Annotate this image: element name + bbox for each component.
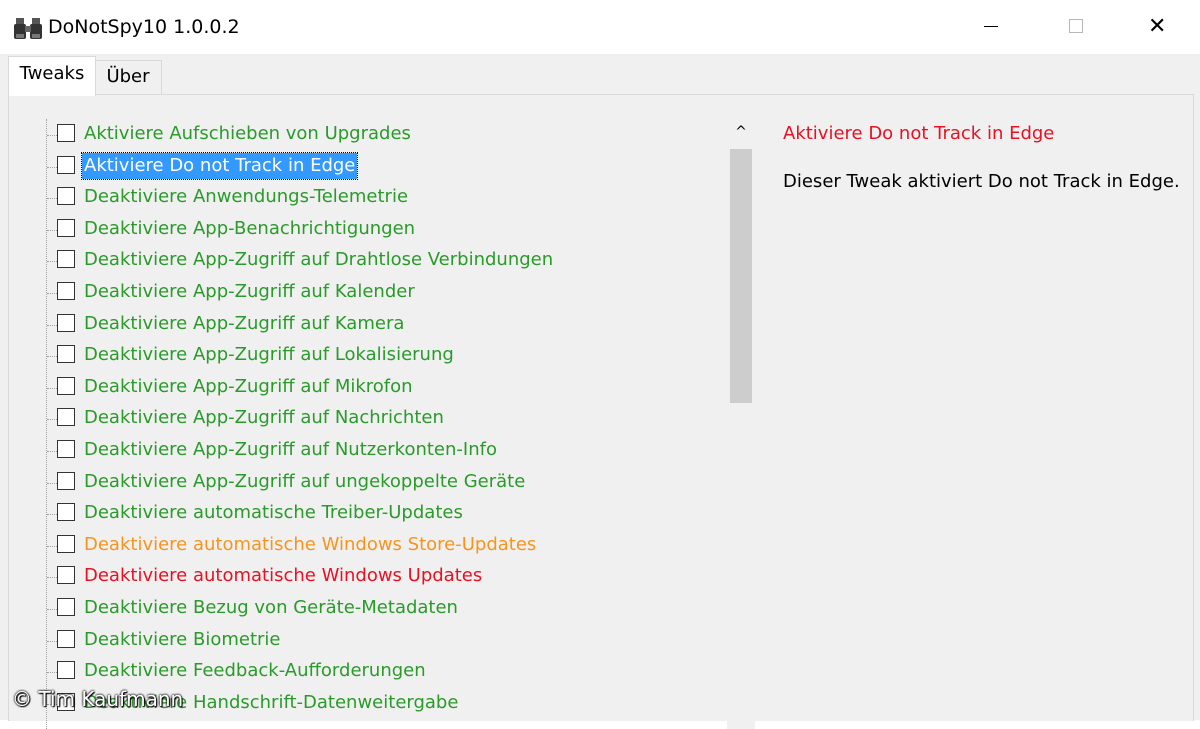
tweak-label[interactable]: Deaktiviere App-Zugriff auf Kamera (82, 311, 406, 337)
tweak-checkbox[interactable] (57, 471, 75, 490)
tweak-label[interactable]: Deaktiviere Feedback-Aufforderungen (82, 658, 428, 684)
tweak-label[interactable]: Aktiviere Aufschieben von Upgrades (82, 121, 413, 147)
tree-connector (47, 324, 57, 326)
tweak-checkbox[interactable] (57, 155, 75, 174)
tweak-detail-pane: Aktiviere Do not Track in Edge Dieser Tw… (783, 121, 1183, 194)
tweak-checkbox[interactable] (57, 313, 75, 332)
tweak-label[interactable]: Deaktiviere Biometrie (82, 627, 282, 653)
tree-connector (47, 672, 57, 674)
tweak-label[interactable]: Deaktiviere App-Zugriff auf ungekoppelte… (82, 469, 527, 495)
tweak-item[interactable]: Deaktiviere App-Zugriff auf Kamera (29, 309, 729, 340)
tweak-tree[interactable]: Aktiviere Aufschieben von Upgrades Aktivi… (29, 119, 729, 729)
tweak-checkbox[interactable] (57, 566, 75, 585)
tweak-checkbox[interactable] (57, 282, 75, 300)
maximize-button[interactable] (1034, 0, 1114, 54)
tweak-item[interactable]: Deaktiviere App-Zugriff auf Nachrichten (29, 403, 729, 434)
tree-connector (47, 198, 57, 200)
tweak-label[interactable]: Deaktiviere Bezug von Geräte-Metadaten (82, 595, 460, 621)
tweak-label[interactable]: Deaktiviere App-Zugriff auf Drahtlose Ve… (82, 247, 555, 273)
tree-connector (47, 356, 57, 358)
window-title: DoNotSpy10 1.0.0.2 (48, 16, 240, 38)
tweak-checkbox[interactable] (57, 598, 75, 616)
tweak-checkbox[interactable] (57, 187, 75, 206)
tweak-item[interactable]: Deaktiviere automatische Windows Store-U… (29, 530, 729, 561)
tree-connector (47, 577, 57, 579)
window-body: Tweaks Über Aktiviere Aufschieben von Up… (0, 54, 1200, 729)
tweak-item[interactable]: Deaktiviere automatische Treiber-Updates (29, 498, 729, 529)
tweak-label[interactable]: Deaktiviere automatische Windows Updates (82, 563, 484, 589)
tweak-item[interactable]: Deaktiviere Biometrie (29, 625, 729, 656)
tweak-checkbox[interactable] (57, 345, 75, 364)
title-bar: DoNotSpy10 1.0.0.2 ✕ (0, 0, 1200, 54)
minimize-button[interactable] (950, 0, 1030, 54)
minimize-icon (984, 26, 998, 27)
tweak-checkbox[interactable] (57, 440, 75, 458)
tweak-checkbox[interactable] (57, 376, 75, 395)
tree-connector (47, 451, 57, 452)
tweak-item[interactable]: Aktiviere Do not Track in Edge (29, 151, 729, 182)
tweak-checkbox[interactable] (57, 661, 75, 680)
copyright-watermark: © Tim Kaufmann (12, 687, 184, 711)
tweak-checkbox[interactable] (57, 534, 75, 553)
tweak-label[interactable]: Deaktiviere automatische Windows Store-U… (82, 532, 538, 558)
tweak-label[interactable]: Deaktiviere App-Zugriff auf Lokalisierun… (82, 342, 456, 368)
tweak-label[interactable]: Deaktiviere automatische Treiber-Updates (82, 500, 465, 526)
tree-connector (47, 609, 57, 610)
tweak-label[interactable]: Aktiviere Do not Track in Edge (80, 151, 359, 180)
tweak-checkbox[interactable] (57, 503, 75, 522)
tweak-label[interactable]: Deaktiviere Anwendungs-Telemetrie (82, 184, 410, 210)
tweak-item[interactable]: Deaktiviere App-Zugriff auf Kalender (29, 277, 729, 308)
tweak-item[interactable]: Deaktiviere App-Zugriff auf Drahtlose Ve… (29, 245, 729, 276)
tweak-label[interactable]: Deaktiviere App-Zugriff auf Mikrofon (82, 374, 415, 400)
tab-tweaks[interactable]: Tweaks (8, 56, 96, 96)
tweak-checkbox[interactable] (57, 218, 75, 237)
tweak-label[interactable]: Deaktiviere App-Benachrichtigungen (82, 216, 417, 242)
tweak-checkbox[interactable] (57, 408, 75, 427)
tree-connector (47, 419, 57, 421)
tweak-item[interactable]: Aktiviere Aufschieben von Upgrades (29, 119, 729, 150)
tweak-label[interactable]: Deaktiviere App-Zugriff auf Nachrichten (82, 405, 446, 431)
tree-connector (47, 545, 57, 547)
detail-title: Aktiviere Do not Track in Edge (783, 123, 1055, 144)
tweak-item[interactable]: Deaktiviere Anwendungs-Telemetrie (29, 182, 729, 213)
tweak-item[interactable]: Deaktiviere App-Zugriff auf Mikrofon (29, 372, 729, 403)
tweak-label[interactable]: Deaktiviere App-Zugriff auf Kalender (82, 279, 417, 305)
tweak-checkbox[interactable] (57, 250, 75, 269)
tree-connector (47, 293, 57, 294)
tweak-item[interactable]: Deaktiviere Bezug von Geräte-Metadaten (29, 593, 729, 624)
tweak-label[interactable]: Deaktiviere App-Zugriff auf Nutzerkonten… (82, 437, 499, 463)
tree-connector (47, 640, 57, 642)
tweak-item[interactable]: Deaktiviere App-Zugriff auf Lokalisierun… (29, 340, 729, 371)
scroll-up-arrow-icon[interactable]: ^ (727, 119, 755, 145)
tweak-checkbox[interactable] (57, 629, 75, 648)
detail-description: Dieser Tweak aktiviert Do not Track in E… (783, 171, 1180, 192)
tree-connector (47, 229, 57, 231)
maximize-icon (1069, 19, 1083, 33)
tweak-item[interactable]: Deaktiviere App-Zugriff auf ungekoppelte… (29, 467, 729, 498)
tweak-item[interactable]: Deaktiviere App-Benachrichtigungen (29, 214, 729, 245)
tweak-checkbox[interactable] (57, 124, 75, 142)
tweak-item[interactable]: Deaktiviere Feedback-Aufforderungen (29, 656, 729, 687)
tweak-item[interactable]: Deaktiviere App-Zugriff auf Nutzerkonten… (29, 435, 729, 466)
tweaks-panel: Aktiviere Aufschieben von Upgrades Aktivi… (8, 94, 1194, 729)
tree-connector (47, 261, 57, 263)
tree-connector (47, 135, 57, 136)
tab-strip: Tweaks Über (0, 54, 1200, 96)
tree-connector (47, 387, 57, 389)
tree-connector (47, 482, 57, 484)
close-icon: ✕ (1148, 14, 1167, 39)
binoculars-icon (14, 18, 42, 39)
close-button[interactable]: ✕ (1118, 0, 1198, 54)
tree-scrollbar[interactable]: ^ (727, 119, 755, 729)
tree-connector (47, 514, 57, 516)
tweak-item[interactable]: Deaktiviere automatische Windows Updates (29, 561, 729, 592)
scroll-thumb[interactable] (730, 149, 752, 403)
tab-uber[interactable]: Über (94, 60, 162, 95)
tree-connector (47, 166, 57, 168)
